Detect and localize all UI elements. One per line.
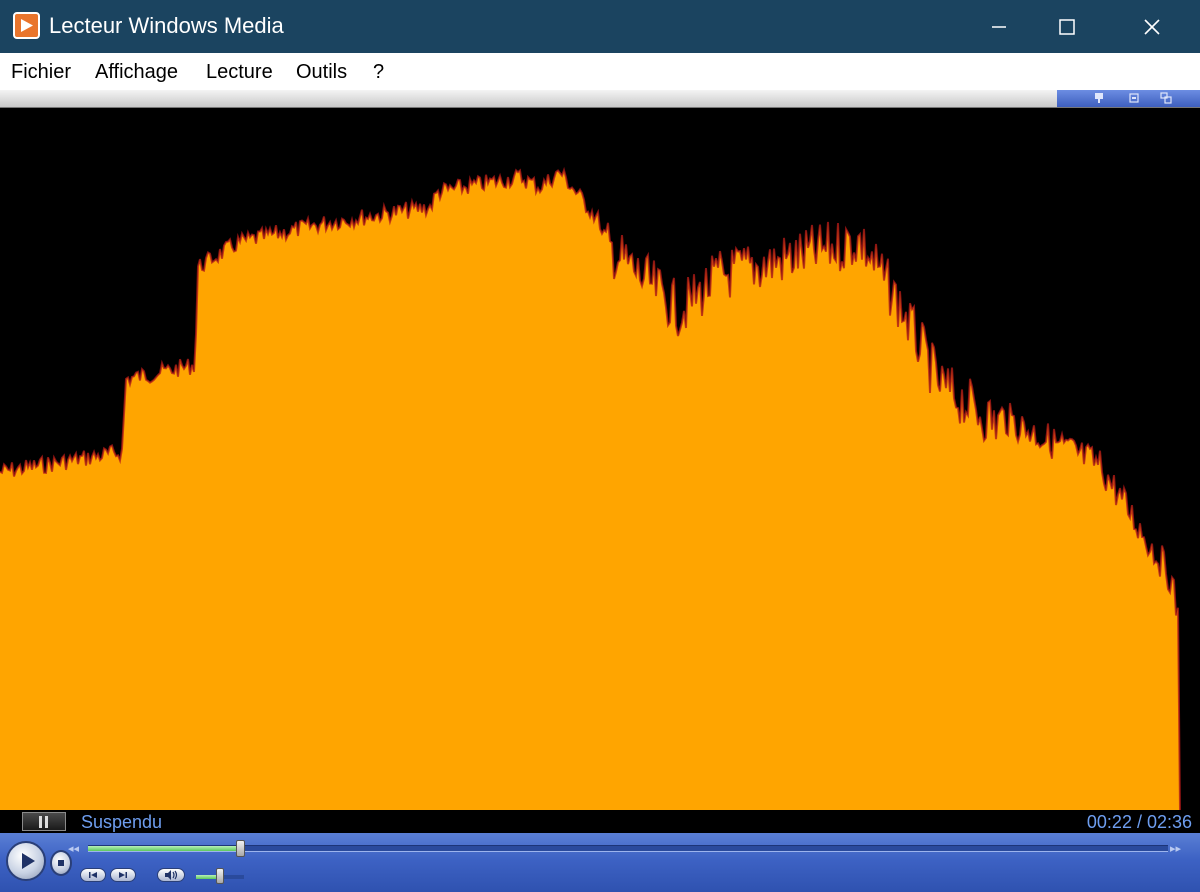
pause-state-indicator — [22, 812, 66, 831]
play-icon — [22, 853, 35, 869]
switch-library-icon[interactable] — [1160, 92, 1172, 104]
close-button[interactable] — [1129, 0, 1175, 53]
visualization-area[interactable] — [0, 108, 1200, 810]
playback-status: Suspendu — [81, 812, 163, 832]
menu-help[interactable]: ? — [373, 60, 384, 84]
volume-slider[interactable] — [196, 868, 244, 884]
seek-bar[interactable] — [88, 840, 1168, 857]
transport-controls: ◂◂ ▸▸ — [0, 833, 1200, 892]
status-bar: Suspendu 00:22 / 02:36 — [0, 810, 1200, 833]
maximize-button[interactable] — [1044, 0, 1090, 53]
volume-handle[interactable] — [216, 868, 224, 884]
wmp-play-icon[interactable] — [13, 12, 40, 39]
stop-button[interactable] — [50, 850, 72, 876]
window-title: Lecteur Windows Media — [49, 13, 284, 38]
stop-icon — [58, 860, 64, 866]
seek-handle[interactable] — [236, 840, 246, 857]
speaker-icon — [165, 870, 178, 880]
minimize-icon — [992, 25, 1006, 28]
pause-icon — [39, 815, 48, 828]
menu-outils[interactable]: Outils — [296, 60, 347, 84]
next-button[interactable] — [110, 868, 136, 882]
minimize-button[interactable] — [976, 0, 1022, 53]
view-switch-area — [1057, 90, 1200, 107]
next-icon — [119, 872, 127, 878]
menu-bar: Fichier Affichage Lecture Outils ? — [0, 53, 1200, 90]
title-bar: Lecteur Windows Media — [0, 0, 1200, 53]
menu-lecture[interactable]: Lecture — [206, 60, 273, 84]
sub-toolbar — [0, 90, 1200, 108]
time-display[interactable]: 00:22 / 02:36 — [1087, 811, 1192, 833]
previous-icon — [89, 872, 97, 878]
seek-progress — [88, 846, 241, 851]
menu-fichier[interactable]: Fichier — [11, 60, 71, 84]
previous-button[interactable] — [80, 868, 106, 882]
compact-mode-icon[interactable] — [1128, 92, 1140, 104]
play-button[interactable] — [6, 841, 46, 881]
maximize-icon — [1059, 18, 1075, 35]
menu-affichage[interactable]: Affichage — [95, 60, 178, 84]
spectrum-visualization — [0, 166, 1181, 810]
close-icon — [1144, 18, 1160, 35]
spectrum-fill — [0, 170, 1180, 810]
seek-forward-arrows-icon: ▸▸ — [1170, 843, 1182, 855]
skin-icon[interactable] — [1093, 92, 1105, 104]
mute-button[interactable] — [157, 868, 185, 882]
